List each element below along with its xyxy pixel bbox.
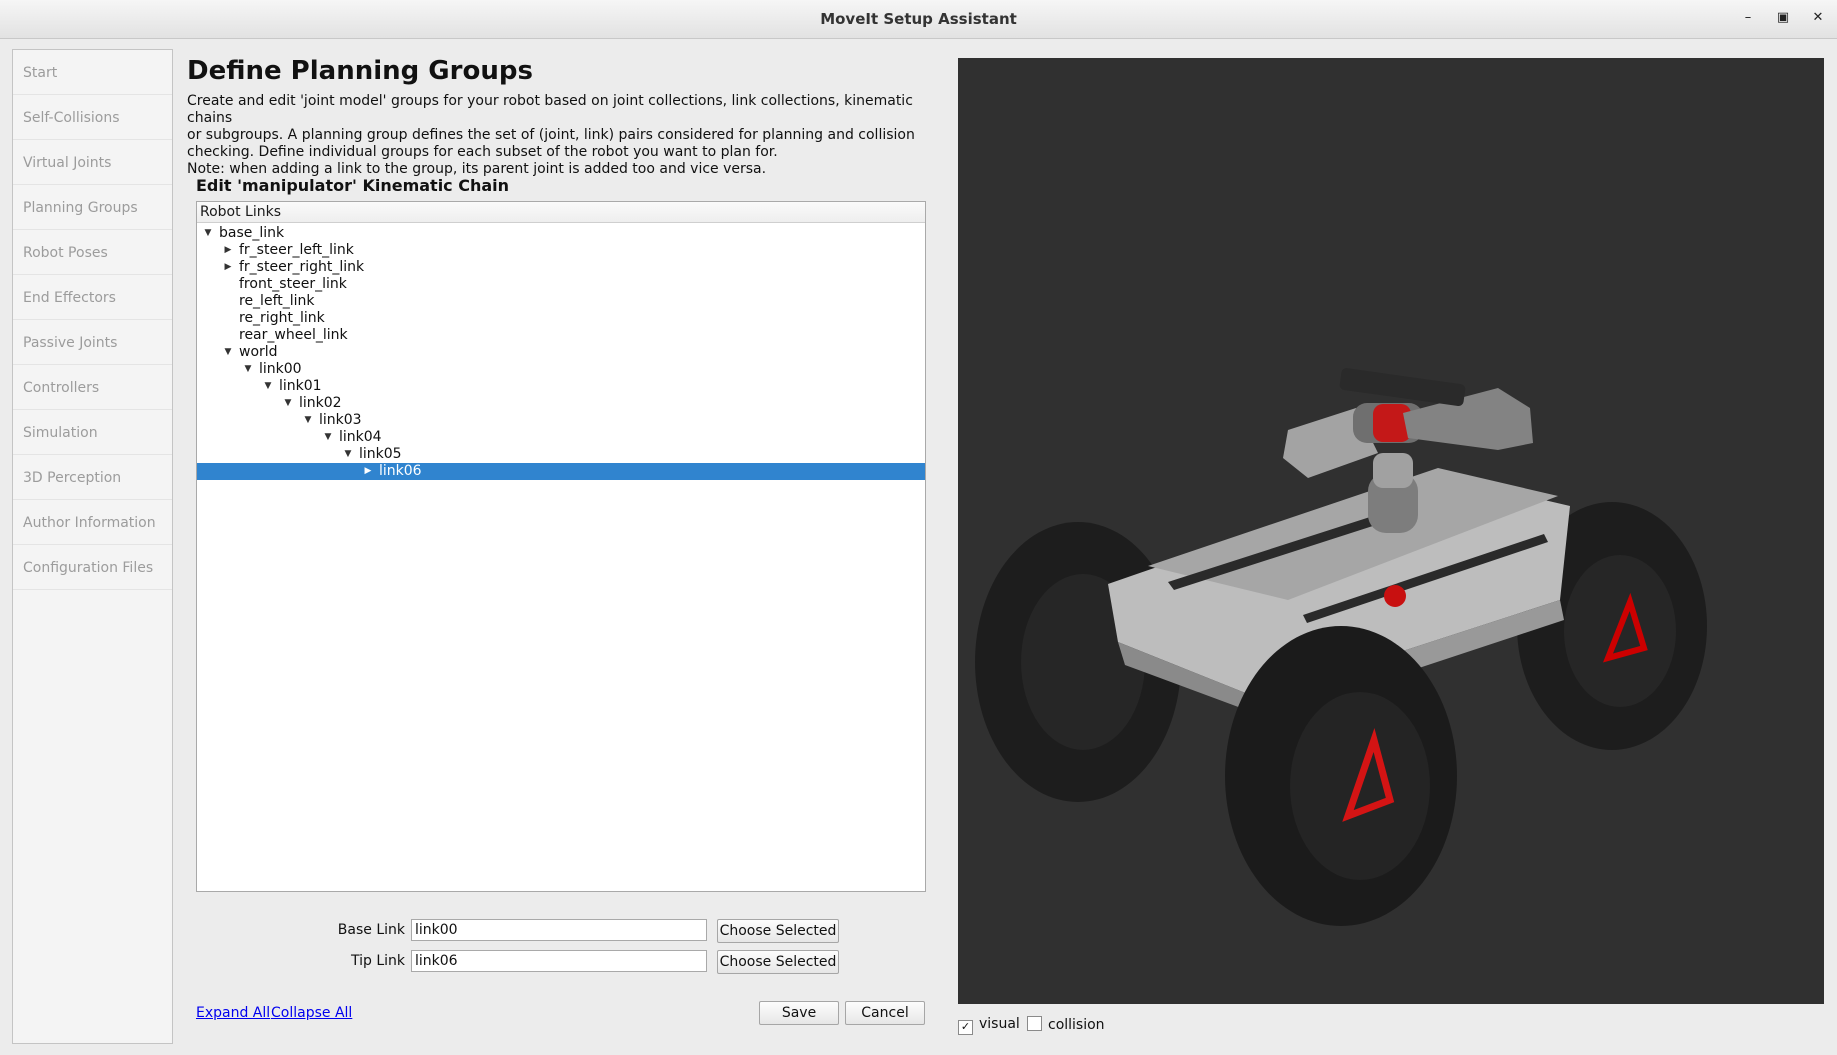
triangle-down-icon[interactable]: ▼ bbox=[223, 344, 233, 361]
triangle-down-icon[interactable]: ▼ bbox=[283, 395, 293, 412]
visual-label: visual bbox=[979, 1016, 1020, 1032]
tree-row-label: link06 bbox=[379, 463, 422, 479]
base-link-input[interactable] bbox=[411, 919, 707, 941]
tree-row-label: link04 bbox=[339, 429, 382, 445]
sidebar-item-controllers[interactable]: Controllers bbox=[13, 365, 172, 410]
tree-row[interactable]: ▶ link06 bbox=[197, 463, 925, 480]
collision-checkbox[interactable]: collision bbox=[1027, 1016, 1105, 1033]
tree-row[interactable]: re_right_link bbox=[197, 310, 925, 327]
checkmark-icon[interactable]: ✓ bbox=[958, 1020, 973, 1035]
tree-row[interactable]: ▼ link01 bbox=[197, 378, 925, 395]
tree-row-label: link01 bbox=[279, 378, 322, 394]
sidebar-item-planning-groups[interactable]: Planning Groups bbox=[13, 185, 172, 230]
tree-row-label: re_left_link bbox=[239, 293, 315, 309]
tree-column-header[interactable]: Robot Links bbox=[197, 202, 925, 223]
tree-row-label: link00 bbox=[259, 361, 302, 377]
description-line: checking. Define individual groups for e… bbox=[187, 144, 778, 160]
sidebar-item-configuration-files[interactable]: Configuration Files bbox=[13, 545, 172, 590]
tree-row[interactable]: ▼ link02 bbox=[197, 395, 925, 412]
tree-row-label: fr_steer_right_link bbox=[239, 259, 365, 275]
page-description: Create and edit 'joint model' groups for… bbox=[187, 93, 942, 178]
tree-row-label: fr_steer_left_link bbox=[239, 242, 354, 258]
tree-row[interactable]: ▼ world bbox=[197, 344, 925, 361]
triangle-down-icon[interactable]: ▼ bbox=[263, 378, 273, 395]
triangle-down-icon[interactable]: ▼ bbox=[203, 225, 213, 242]
sidebar-item-3d-perception[interactable]: 3D Perception bbox=[13, 455, 172, 500]
tree-row[interactable]: front_steer_link bbox=[197, 276, 925, 293]
triangle-down-icon[interactable]: ▼ bbox=[243, 361, 253, 378]
sidebar-item-passive-joints[interactable]: Passive Joints bbox=[13, 320, 172, 365]
tree-row[interactable]: ▼ base_link bbox=[197, 225, 925, 242]
description-line: or subgroups. A planning group defines t… bbox=[187, 127, 915, 143]
triangle-right-icon[interactable]: ▶ bbox=[223, 259, 233, 276]
window-title: MoveIt Setup Assistant bbox=[820, 10, 1017, 28]
triangle-down-icon[interactable]: ▼ bbox=[323, 429, 333, 446]
tree-body: ▼ base_link ▶ fr_steer_left_link ▶ fr_steer_r… bbox=[197, 223, 925, 480]
tip-choose-selected-button[interactable]: Choose Selected bbox=[717, 950, 839, 974]
robot-model-render bbox=[975, 368, 1707, 926]
triangle-right-icon[interactable]: ▶ bbox=[223, 242, 233, 259]
sidebar-item-robot-poses[interactable]: Robot Poses bbox=[13, 230, 172, 275]
triangle-right-icon[interactable]: ▶ bbox=[363, 463, 373, 480]
sidebar-item-self-collisions[interactable]: Self-Collisions bbox=[13, 95, 172, 140]
sidebar-item-end-effectors[interactable]: End Effectors bbox=[13, 275, 172, 320]
base-choose-selected-button[interactable]: Choose Selected bbox=[717, 919, 839, 943]
tree-row[interactable]: ▶ fr_steer_right_link bbox=[197, 259, 925, 276]
tree-row-label: link02 bbox=[299, 395, 342, 411]
title-bar: MoveIt Setup Assistant – ▣ ✕ bbox=[0, 0, 1837, 39]
sidebar-nav: Start Self-Collisions Virtual Joints Planni… bbox=[12, 49, 173, 1044]
visual-checkbox[interactable]: ✓ visual bbox=[958, 1016, 1020, 1035]
robot-links-tree[interactable]: Robot Links ▼ base_link ▶ fr_steer_left_lin… bbox=[196, 201, 926, 892]
tree-row-label: link05 bbox=[359, 446, 402, 462]
sidebar-item-simulation[interactable]: Simulation bbox=[13, 410, 172, 455]
collapse-all-link[interactable]: Collapse All bbox=[271, 1005, 352, 1021]
tree-row[interactable]: ▼ link03 bbox=[197, 412, 925, 429]
description-line: Create and edit 'joint model' groups for… bbox=[187, 93, 913, 126]
tree-row[interactable]: rear_wheel_link bbox=[197, 327, 925, 344]
save-button[interactable]: Save bbox=[759, 1001, 839, 1025]
tree-row-label: link03 bbox=[319, 412, 362, 428]
tree-row-label: world bbox=[239, 344, 278, 360]
tree-row[interactable]: re_left_link bbox=[197, 293, 925, 310]
tree-row-label: re_right_link bbox=[239, 310, 325, 326]
tip-link-input[interactable] bbox=[411, 950, 707, 972]
tree-row-label: base_link bbox=[219, 225, 285, 241]
base-link-label: Base Link bbox=[337, 922, 405, 938]
robot-3d-viewport[interactable] bbox=[958, 58, 1824, 1004]
triangle-down-icon[interactable]: ▼ bbox=[343, 446, 353, 463]
section-heading: Edit 'manipulator' Kinematic Chain bbox=[196, 176, 510, 195]
tree-row[interactable]: ▼ link05 bbox=[197, 446, 925, 463]
collision-label: collision bbox=[1048, 1017, 1105, 1033]
sidebar-item-start[interactable]: Start bbox=[13, 50, 172, 95]
minimize-icon[interactable]: – bbox=[1738, 8, 1758, 28]
tree-row[interactable]: ▶ fr_steer_left_link bbox=[197, 242, 925, 259]
triangle-down-icon[interactable]: ▼ bbox=[303, 412, 313, 429]
tree-row[interactable]: ▼ link00 bbox=[197, 361, 925, 378]
tip-link-label: Tip Link bbox=[350, 953, 405, 969]
tree-row-label: front_steer_link bbox=[239, 276, 347, 292]
close-icon[interactable]: ✕ bbox=[1808, 8, 1828, 28]
tree-row[interactable]: ▼ link04 bbox=[197, 429, 925, 446]
maximize-icon[interactable]: ▣ bbox=[1773, 8, 1793, 28]
page-title: Define Planning Groups bbox=[187, 56, 533, 86]
checkbox-empty-icon[interactable] bbox=[1027, 1016, 1042, 1031]
cancel-button[interactable]: Cancel bbox=[845, 1001, 925, 1025]
expand-all-link[interactable]: Expand All bbox=[196, 1005, 270, 1021]
sidebar-item-virtual-joints[interactable]: Virtual Joints bbox=[13, 140, 172, 185]
tree-row-label: rear_wheel_link bbox=[239, 327, 348, 343]
sidebar-item-author-information[interactable]: Author Information bbox=[13, 500, 172, 545]
